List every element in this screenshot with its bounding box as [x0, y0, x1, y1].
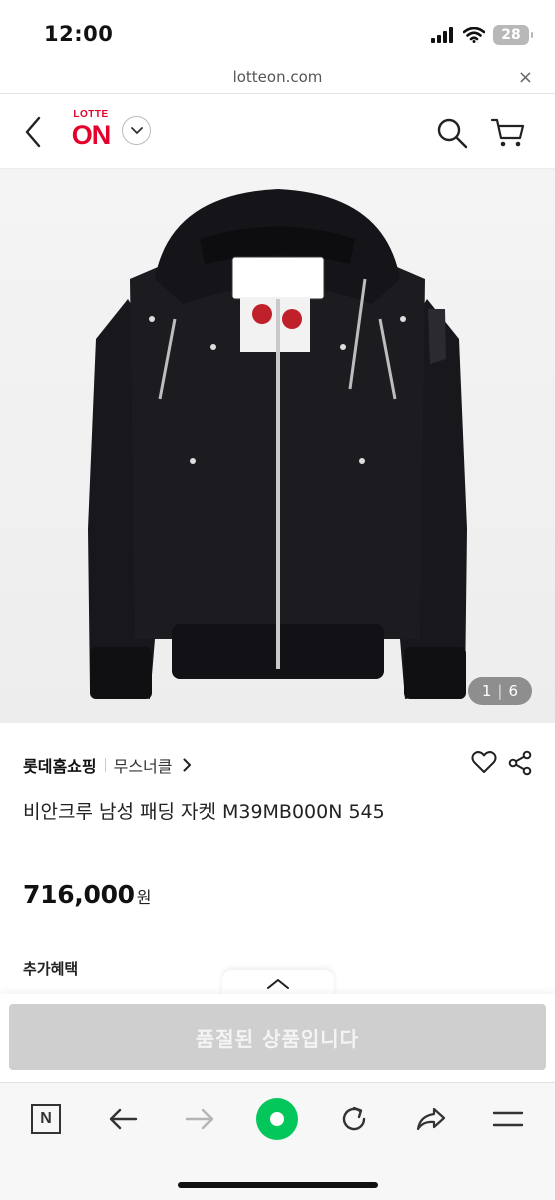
seller-row: 롯데홈쇼핑 무스너클 [23, 752, 532, 778]
seller-divider [104, 758, 106, 772]
back-nav-button[interactable] [101, 1097, 145, 1141]
chevron-right-icon[interactable] [183, 758, 192, 772]
search-button[interactable] [434, 115, 470, 151]
refresh-button[interactable] [332, 1097, 376, 1141]
cart-button[interactable] [490, 115, 526, 151]
chevron-down-icon [130, 126, 143, 134]
green-dot-icon [256, 1098, 298, 1140]
status-time: 12:00 [44, 22, 114, 46]
green-dot-button[interactable] [255, 1097, 299, 1141]
product-title: 비안크루 남성 패딩 자켓 M39MB000N 545 [23, 801, 385, 823]
heart-icon [471, 751, 497, 773]
jacket-image [88, 189, 467, 699]
battery-indicator: 28 [493, 25, 533, 45]
wifi-icon [463, 27, 485, 43]
product-price: 716,000 [23, 880, 135, 909]
home-indicator [178, 1182, 378, 1188]
chevron-up-icon [267, 979, 289, 989]
share-button[interactable] [508, 750, 532, 780]
search-icon [437, 118, 468, 149]
seller-name[interactable]: 롯데홈쇼핑 [23, 753, 97, 777]
product-image[interactable]: 1 | 6 [0, 169, 555, 723]
benefits-heading: 추가혜택 [23, 960, 79, 978]
forward-nav-button[interactable] [178, 1097, 222, 1141]
url-bar[interactable]: lotteon.com × [0, 64, 555, 94]
lotteon-logo[interactable]: LOTTE ON [66, 109, 116, 153]
menu-button[interactable] [486, 1097, 530, 1141]
chevron-left-icon [25, 116, 41, 148]
status-bar: 12:00 28 [0, 0, 555, 64]
image-counter: 1 | 6 [467, 677, 532, 705]
purchase-panel: 품절된 상품입니다 [0, 994, 555, 1082]
signal-icon [431, 27, 453, 43]
image-counter-separator: | [497, 682, 503, 700]
share-page-button[interactable] [409, 1097, 453, 1141]
arrow-left-icon [109, 1108, 138, 1130]
site-header: LOTTE ON [0, 95, 555, 169]
price-row: 716,000 원 [23, 880, 152, 909]
cart-icon [490, 118, 525, 147]
share-icon [508, 750, 532, 776]
naver-home-button[interactable]: N [24, 1097, 68, 1141]
back-button[interactable] [18, 113, 48, 151]
wishlist-button[interactable] [471, 750, 497, 778]
brand-link[interactable]: 무스너클 [114, 753, 173, 777]
logo-main-text: ON [71, 120, 112, 150]
close-icon[interactable]: × [518, 67, 533, 88]
price-currency: 원 [136, 888, 152, 907]
menu-icon [492, 1111, 524, 1127]
url-text[interactable]: lotteon.com [0, 68, 555, 86]
browser-toolbar: N [0, 1082, 555, 1200]
status-icons: 28 [431, 22, 533, 48]
image-counter-current: 1 [481, 682, 492, 700]
logo-dropdown-button[interactable] [122, 116, 151, 145]
naver-n-icon: N [31, 1104, 61, 1134]
refresh-icon [342, 1106, 366, 1131]
forward-share-icon [416, 1107, 446, 1131]
arrow-right-icon [185, 1108, 214, 1130]
image-counter-total: 6 [508, 682, 518, 700]
soldout-button[interactable]: 품절된 상품입니다 [9, 1004, 546, 1070]
